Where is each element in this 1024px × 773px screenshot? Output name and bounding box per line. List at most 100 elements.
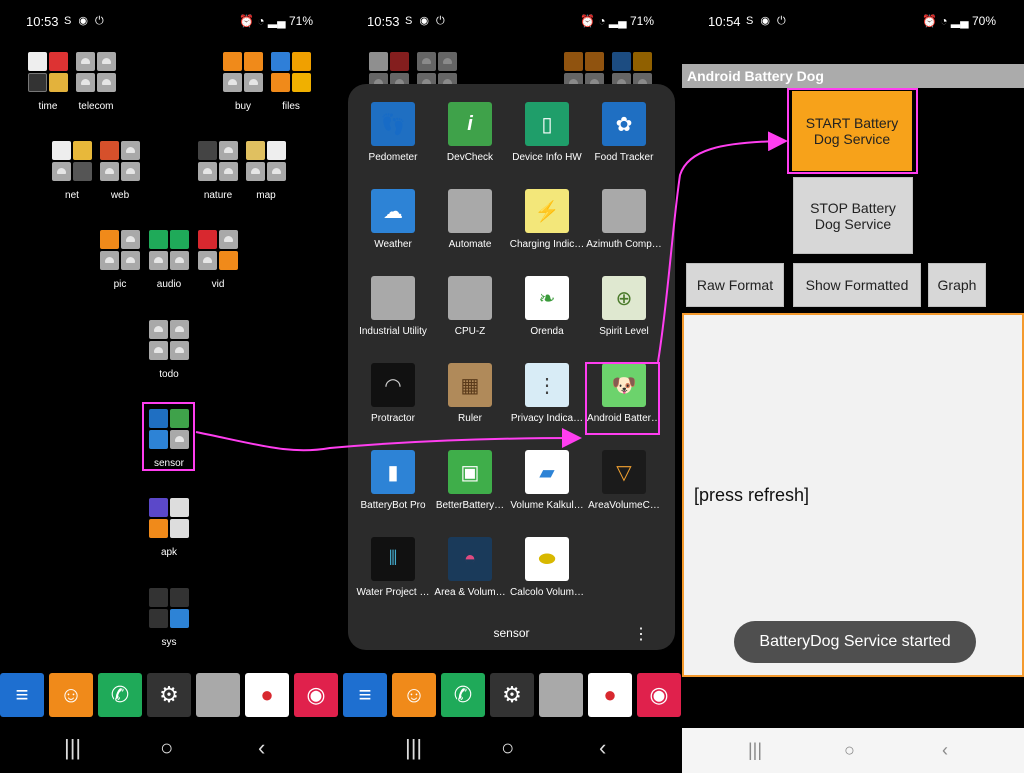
app-betterbattery[interactable]: ▣ BetterBattery… — [431, 450, 509, 511]
home-button[interactable]: ○ — [844, 740, 855, 761]
app-protractor[interactable]: ◠ Protractor — [354, 363, 432, 424]
ruler-icon: ▦ — [448, 363, 492, 407]
camera-icon[interactable]: ◉ — [294, 673, 338, 717]
android-app-icon[interactable] — [196, 673, 240, 717]
app-icon — [97, 73, 116, 92]
voice-recorder-icon[interactable]: ● — [245, 673, 289, 717]
graph-button[interactable]: Graph — [928, 263, 986, 307]
folder-web[interactable] — [100, 141, 140, 181]
app-label: Charging Indic… — [509, 239, 585, 250]
app-area-volume[interactable]: ◓ Area & Volum… — [431, 537, 509, 598]
sys-folder-icon[interactable]: ⚙ — [490, 673, 534, 717]
protractor-icon: ◠ — [371, 363, 415, 407]
app-volume-kalkulator[interactable]: ▰ Volume Kalkul… — [508, 450, 586, 511]
folder-audio[interactable] — [149, 230, 189, 270]
cube-icon: ▰ — [525, 450, 569, 494]
app-water-project[interactable]: ⦀ Water Project … — [354, 537, 432, 598]
app-weather[interactable]: ☁ Weather — [354, 189, 432, 250]
back-button[interactable]: ‹ — [942, 740, 948, 761]
stop-service-label: STOP Battery Dog Service — [810, 199, 896, 232]
home-button[interactable]: ○ — [501, 735, 514, 761]
messages-icon[interactable]: ≡ — [343, 673, 387, 717]
app-title-bar: Android Battery Dog — [682, 64, 1024, 88]
contacts-icon[interactable]: ☺ — [392, 673, 436, 717]
battery-icon: ▮ — [371, 450, 415, 494]
app-icon — [121, 230, 140, 249]
folder-pic[interactable] — [100, 230, 140, 270]
phone-icon[interactable]: ✆ — [98, 673, 142, 717]
app-label: Area & Volum… — [434, 587, 506, 598]
back-button[interactable]: ‹ — [599, 735, 606, 761]
app-areavolume-calculator[interactable]: ▽ AreaVolumeC… — [585, 450, 663, 511]
home-button[interactable]: ○ — [160, 735, 173, 761]
app-icon — [246, 141, 265, 160]
app-calcolo-volume[interactable]: ⬬ Calcolo Volum… — [508, 537, 586, 598]
recent-apps-button[interactable]: ||| — [64, 735, 81, 761]
back-button[interactable]: ‹ — [258, 735, 265, 761]
app-spirit-level[interactable]: ⊕ Spirit Level — [585, 276, 663, 337]
app-ruler[interactable]: ▦ Ruler — [431, 363, 509, 424]
app-label: Weather — [374, 239, 412, 250]
folder-vid[interactable] — [198, 230, 238, 270]
show-formatted-button[interactable]: Show Formatted — [793, 263, 921, 307]
calc-icon — [244, 52, 263, 71]
stop-service-button[interactable]: STOP Battery Dog Service — [793, 177, 913, 254]
app-label: Industrial Utility — [359, 326, 427, 337]
app-icon — [73, 141, 92, 160]
android-app-icon[interactable] — [539, 673, 583, 717]
sys-folder-icon[interactable]: ⚙ — [147, 673, 191, 717]
app-icon — [121, 141, 140, 160]
folder-buy[interactable] — [223, 52, 263, 92]
recent-apps-button[interactable]: ||| — [405, 735, 422, 761]
messages-icon[interactable]: ≡ — [0, 673, 44, 717]
app-cpu-z[interactable]: CPU-Z — [431, 276, 509, 337]
app-icon — [121, 251, 140, 270]
folder-label: files — [282, 101, 300, 112]
maps-icon — [267, 141, 286, 160]
folder-label: todo — [159, 369, 179, 380]
app-device-info-hw[interactable]: ▯ Device Info HW — [508, 102, 586, 163]
app-orenda[interactable]: ❧ Orenda — [508, 276, 586, 337]
app-icon — [73, 162, 92, 181]
folder-apk[interactable] — [149, 498, 189, 538]
app-automate[interactable]: Automate — [431, 189, 509, 250]
camera-icon[interactable]: ◉ — [637, 673, 681, 717]
phone-icon[interactable]: ✆ — [441, 673, 485, 717]
folder-title[interactable]: sensor — [348, 626, 675, 640]
status-bar: 10:53 S ◉ ⏻ ⏰ ◔ ▂▄ 71% — [0, 0, 341, 42]
duckduckgo-icon — [100, 141, 119, 160]
sensor-folder-highlight — [142, 402, 195, 471]
folder-todo[interactable] — [149, 320, 189, 360]
folder-map[interactable] — [246, 141, 286, 181]
folder-sys[interactable] — [149, 588, 189, 628]
android-icon — [448, 276, 492, 320]
toast-message: BatteryDog Service started — [734, 621, 976, 663]
app-charging-indicator[interactable]: ⚡ Charging Indic… — [508, 189, 586, 250]
app-icon — [244, 73, 263, 92]
folder-nature[interactable] — [198, 141, 238, 181]
app-icon — [97, 52, 116, 71]
folder-time[interactable] — [28, 52, 68, 92]
app-label: DevCheck — [446, 152, 494, 163]
app-batterybot-pro[interactable]: ▮ BatteryBot Pro — [354, 450, 432, 511]
folder-menu-icon[interactable]: ⋮ — [633, 624, 649, 644]
raw-format-button[interactable]: Raw Format — [686, 263, 784, 307]
notification-icons: S ◉ ⏻ — [405, 15, 447, 27]
app-azimuth-compass[interactable]: Azimuth Comp… — [585, 189, 663, 250]
contacts-icon[interactable]: ☺ — [49, 673, 93, 717]
folder-files[interactable] — [271, 52, 311, 92]
voice-recorder-icon[interactable]: ● — [588, 673, 632, 717]
app-food-tracker[interactable]: ✿ Food Tracker — [585, 102, 663, 163]
app-icon — [170, 498, 189, 517]
app-icon — [267, 162, 286, 181]
app-industrial-utility[interactable]: Industrial Utility — [354, 276, 432, 337]
app-pedometer[interactable]: 👣 Pedometer — [354, 102, 432, 163]
app-icon — [219, 251, 238, 270]
watermelon-icon: ◓ — [448, 537, 492, 581]
recent-apps-button[interactable]: ||| — [748, 740, 762, 761]
folder-telecom[interactable] — [76, 52, 116, 92]
app-label: Azimuth Comp… — [586, 239, 662, 250]
app-devcheck[interactable]: i DevCheck — [431, 102, 509, 163]
folder-net[interactable] — [52, 141, 92, 181]
app-privacy-indicator[interactable]: ⋮ Privacy Indica… — [508, 363, 586, 424]
